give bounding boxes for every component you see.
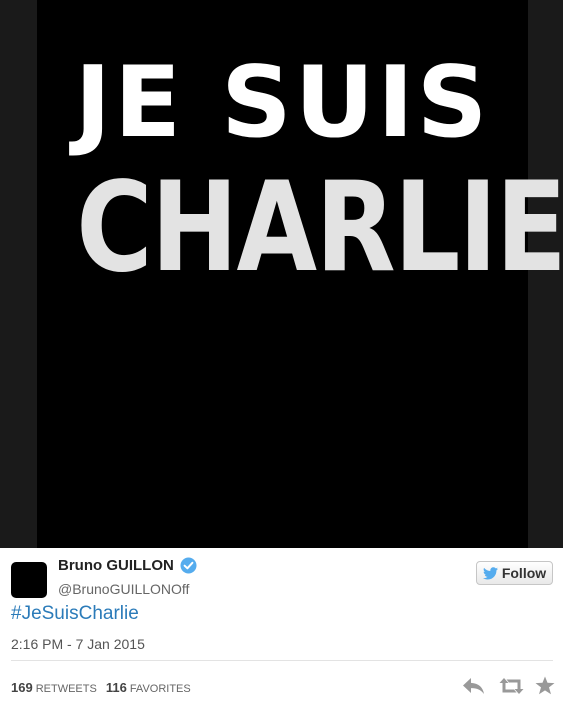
- tweet-text-hashtag[interactable]: #JeSuisCharlie: [11, 603, 139, 625]
- twitter-bird-icon: [482, 566, 498, 580]
- retweets-count[interactable]: 169: [11, 680, 33, 695]
- retweets-label[interactable]: RETWEETS: [36, 683, 97, 695]
- follow-button[interactable]: Follow: [476, 561, 553, 585]
- tweet-timestamp[interactable]: 2:16 PM - 7 Jan 2015: [11, 636, 145, 652]
- media-poster: JE SUIS CHARLIE: [37, 0, 563, 548]
- author-name-row: Bruno GUILLON: [58, 557, 197, 574]
- reply-icon[interactable]: [462, 677, 485, 695]
- tweet-card: Bruno GUILLON @BrunoGUILLONOff Follow #J…: [0, 548, 563, 701]
- follow-label: Follow: [501, 565, 547, 581]
- poster-line-charlie: CHARLIE: [76, 156, 563, 300]
- favorites-label[interactable]: FAVORITES: [130, 683, 191, 695]
- author-name[interactable]: Bruno GUILLON: [58, 557, 174, 574]
- divider: [11, 660, 553, 661]
- retweet-icon[interactable]: [499, 677, 524, 695]
- author-handle[interactable]: @BrunoGUILLONOff: [58, 581, 189, 597]
- poster-line-je-suis: JE SUIS: [74, 46, 491, 160]
- avatar[interactable]: [11, 562, 47, 598]
- tweet-actions: [462, 676, 555, 695]
- star-icon[interactable]: [535, 676, 555, 695]
- tweet-stats: 169 RETWEETS 116 FAVORITES: [11, 680, 191, 695]
- verified-badge-icon: [180, 557, 197, 574]
- tweet-media-image[interactable]: JE SUIS CHARLIE: [0, 0, 563, 548]
- favorites-count[interactable]: 116: [106, 680, 127, 695]
